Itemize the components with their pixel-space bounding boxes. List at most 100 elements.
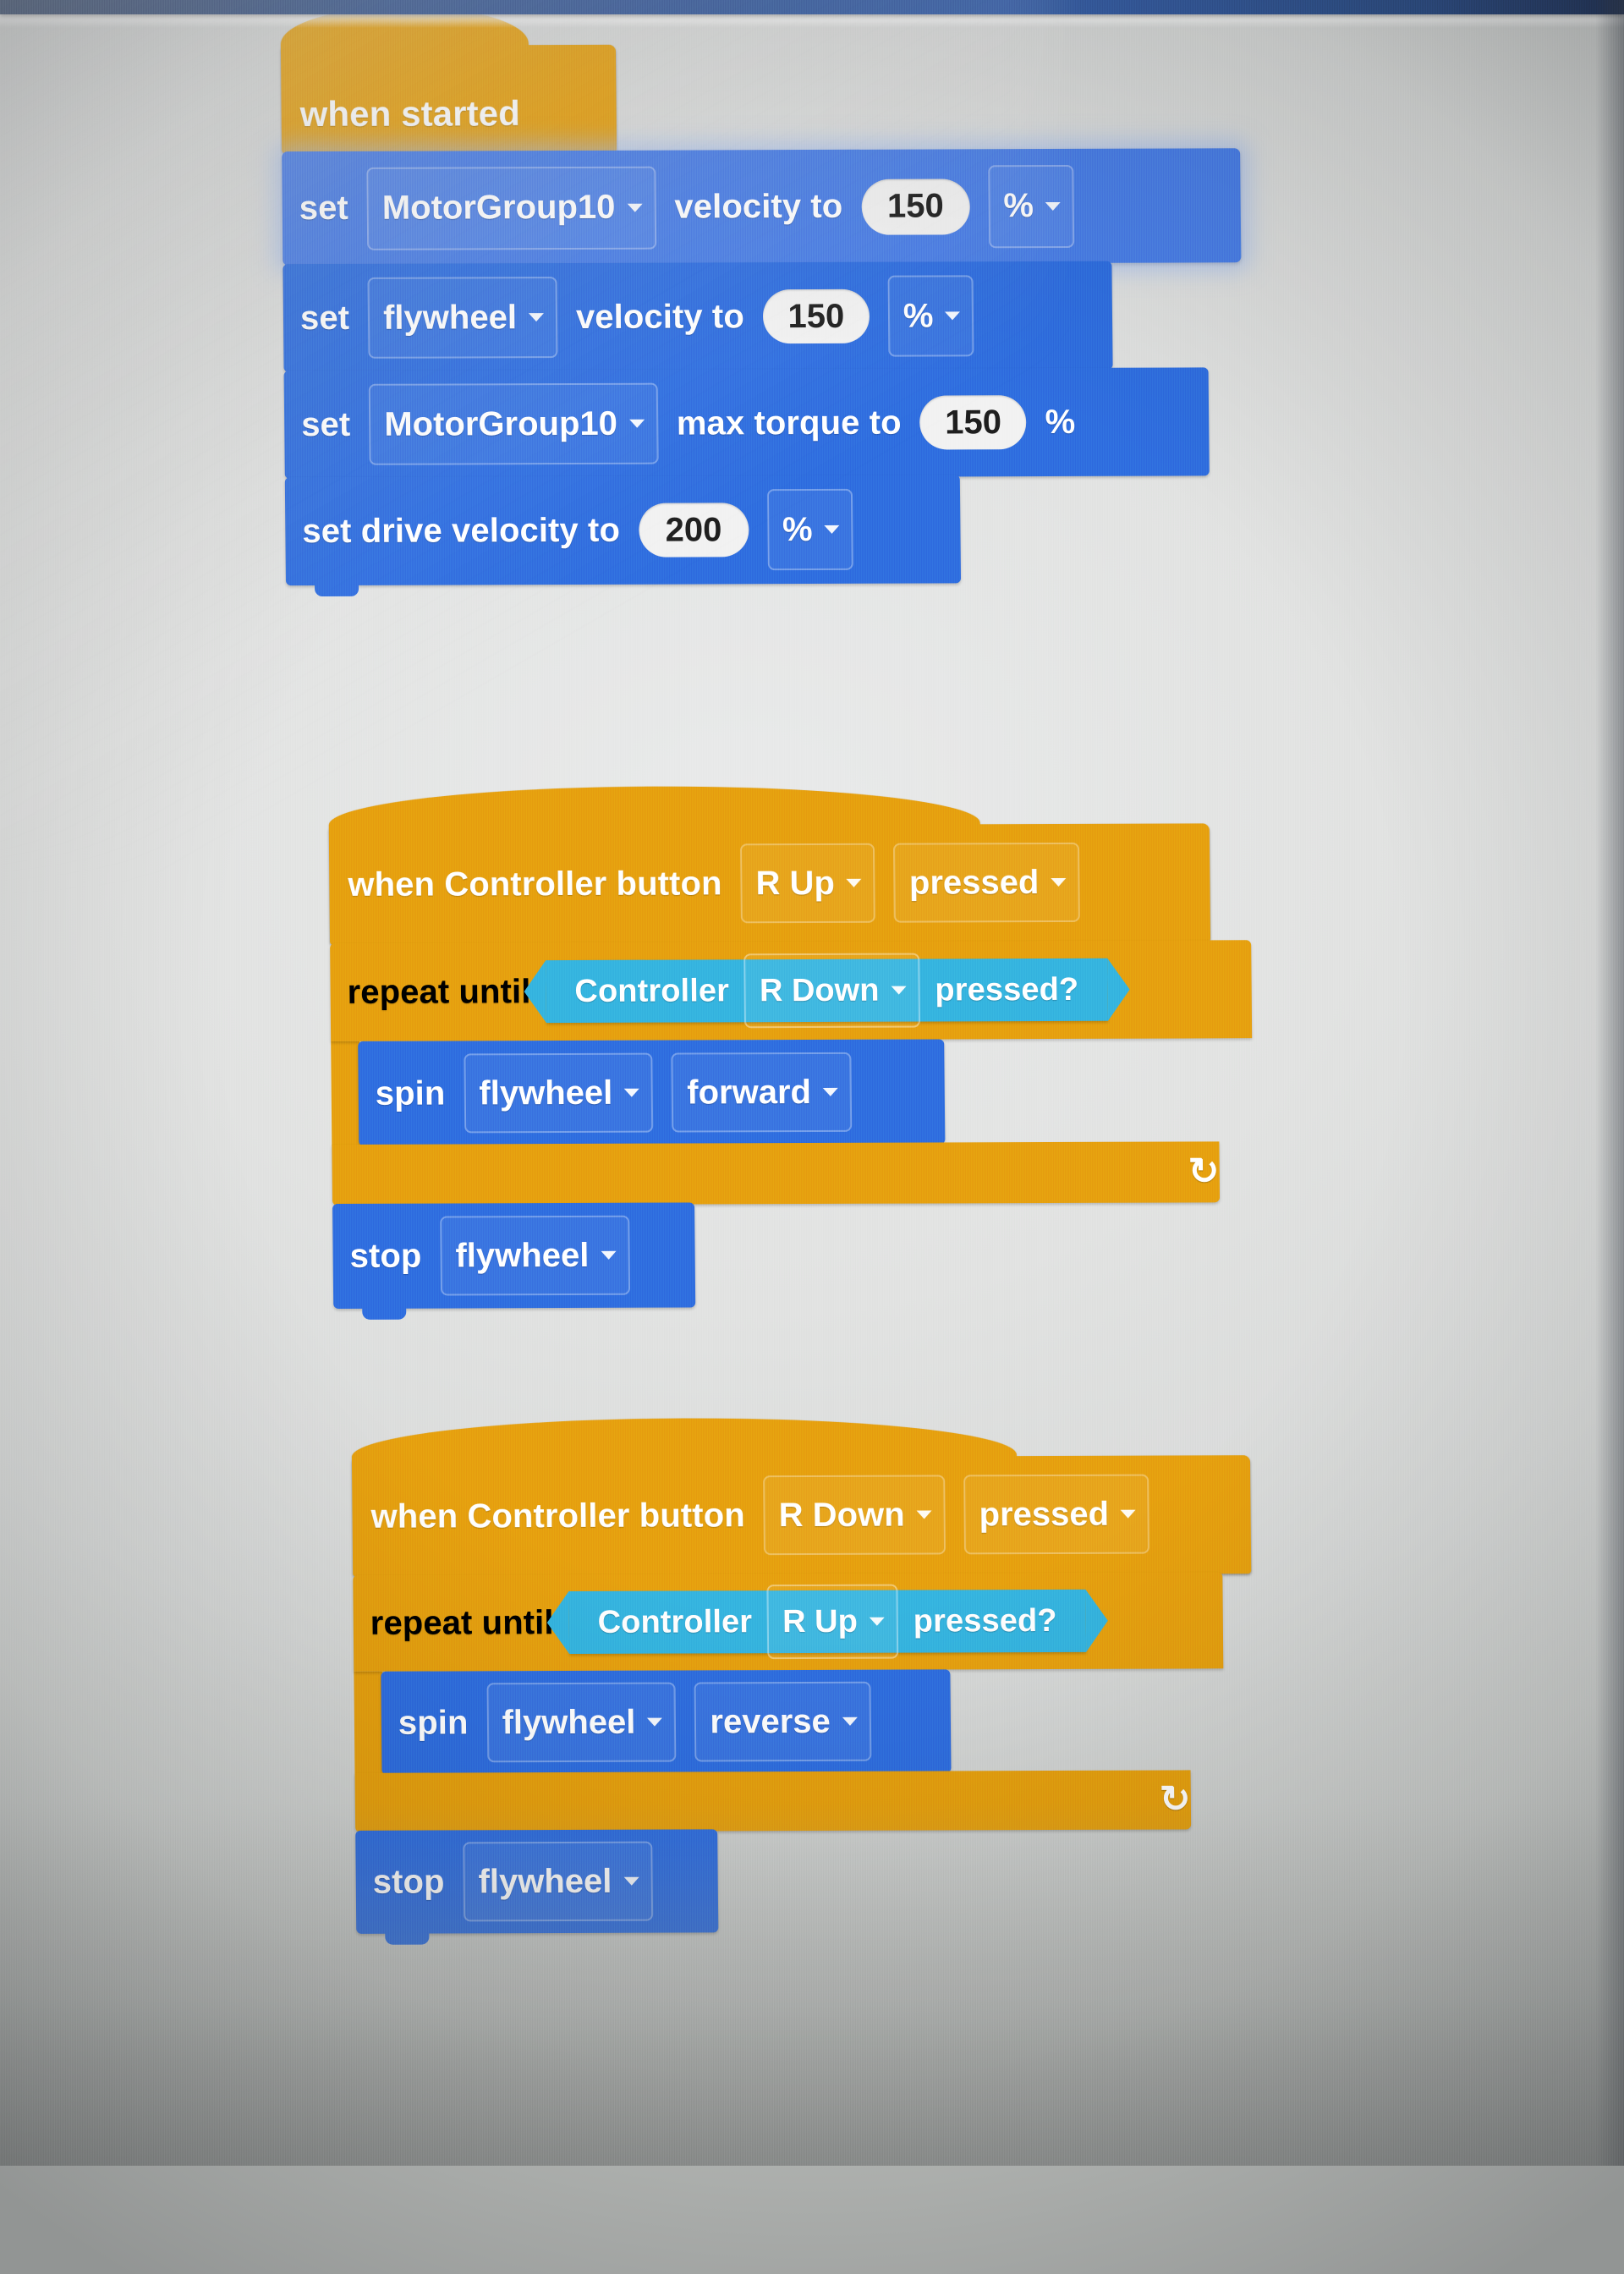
velocity-units-dropdown[interactable]: % <box>987 164 1075 248</box>
controller-button-dropdown[interactable]: R Down <box>763 1475 946 1556</box>
dropdown-caret-icon <box>916 1510 932 1519</box>
spin-direction-value: forward <box>687 1073 812 1112</box>
script-stack-when-started[interactable]: when started set MotorGroup10 velocity t… <box>280 42 1244 597</box>
stop-block-2[interactable]: stop flywheel <box>355 1829 719 1945</box>
stop-motor-value: flywheel <box>478 1862 612 1900</box>
repeat-until-footer-1[interactable]: ↺ <box>332 1141 1221 1217</box>
velocity-units-dropdown[interactable]: % <box>887 275 974 357</box>
set-drive-velocity-block[interactable]: set drive velocity to 200 % <box>284 475 962 597</box>
set-max-torque-block[interactable]: set MotorGroup10 max torque to 150 % <box>283 367 1210 491</box>
spin-motor-dropdown[interactable]: flywheel <box>486 1682 677 1763</box>
velocity-value-input[interactable]: 150 <box>861 178 970 235</box>
velocity-value-input[interactable]: 150 <box>762 288 870 344</box>
torque-value-input[interactable]: 150 <box>919 395 1027 450</box>
condition-button-dropdown[interactable]: R Up <box>766 1584 899 1660</box>
stop-motor-dropdown[interactable]: flywheel <box>463 1841 653 1922</box>
spin-direction-value: reverse <box>710 1702 831 1740</box>
dropdown-caret-icon <box>601 1250 617 1260</box>
controller-button-value: R Up <box>755 864 836 902</box>
repeat-until-c-block-2[interactable]: repeat until Controller R Up pressed? sp… <box>353 1572 1254 1843</box>
condition-suffix-label: pressed? <box>913 1602 1057 1640</box>
motor-dropdown[interactable]: MotorGroup10 <box>368 382 659 465</box>
stop-label: stop <box>372 1863 445 1901</box>
set-motor-velocity-block-1[interactable]: set MotorGroup10 velocity to 150 % <box>282 148 1242 277</box>
repeat-until-body-1: spin flywheel forward <box>331 1038 1253 1157</box>
dropdown-caret-icon <box>822 1087 839 1096</box>
controller-button-state-dropdown[interactable]: pressed <box>963 1474 1150 1555</box>
controller-button-value: R Down <box>778 1496 905 1534</box>
block-label-set: set <box>300 405 351 443</box>
block-label-set-drive-velocity-to: set drive velocity to <box>302 511 621 550</box>
motor-dropdown-value: MotorGroup10 <box>384 404 618 443</box>
spin-motor-value: flywheel <box>479 1074 613 1112</box>
c-block-left-arm-2 <box>354 1671 384 1775</box>
block-label-set: set <box>299 189 349 228</box>
loop-arrow-icon: ↺ <box>1159 1778 1192 1821</box>
dropdown-caret-icon <box>627 203 643 212</box>
torque-units-label: % <box>1045 403 1076 441</box>
block-label-max-torque-to: max torque to <box>676 404 902 442</box>
block-label-velocity-to: velocity to <box>575 297 745 336</box>
dropdown-caret-icon <box>824 525 840 534</box>
drive-velocity-units-dropdown[interactable]: % <box>766 488 854 571</box>
script-stack-controller-r-down[interactable]: when Controller button R Down pressed re… <box>351 1455 1254 1945</box>
controller-button-state-value: pressed <box>979 1495 1110 1533</box>
c-block-left-arm-1 <box>331 1041 361 1146</box>
when-started-hat-block[interactable]: when started <box>280 44 617 165</box>
controller-button-state-dropdown[interactable]: pressed <box>893 842 1080 923</box>
controller-pressed-condition-2[interactable]: Controller R Up pressed? <box>568 1584 1086 1660</box>
velocity-units-value: % <box>1003 187 1034 225</box>
dropdown-caret-icon <box>624 1088 640 1097</box>
controller-pressed-condition-1[interactable]: Controller R Down pressed? <box>546 953 1108 1029</box>
dropdown-caret-icon <box>1121 1509 1137 1519</box>
when-controller-button-label: when Controller button <box>348 864 722 904</box>
spin-label: spin <box>375 1074 446 1112</box>
stop-block-1[interactable]: stop flywheel <box>332 1202 696 1320</box>
stop-motor-value: flywheel <box>455 1236 590 1274</box>
drive-velocity-value-input[interactable]: 200 <box>638 503 749 558</box>
repeat-until-c-block-1[interactable]: repeat until Controller R Down pressed? <box>330 940 1254 1217</box>
repeat-until-body-2: spin flywheel reverse <box>354 1668 1253 1786</box>
dropdown-caret-icon <box>647 1717 663 1727</box>
blocks-workspace-canvas[interactable]: when started set MotorGroup10 velocity t… <box>0 0 1624 2168</box>
repeat-until-label: repeat until <box>370 1603 554 1642</box>
condition-button-value: R Up <box>782 1603 859 1640</box>
set-motor-velocity-block-2[interactable]: set flywheel velocity to 150 % <box>283 261 1113 384</box>
repeat-until-header-2[interactable]: repeat until Controller R Up pressed? <box>353 1572 1224 1672</box>
spin-motor-dropdown[interactable]: flywheel <box>463 1052 654 1134</box>
controller-button-state-value: pressed <box>908 863 1040 902</box>
when-started-label: when started <box>299 93 521 135</box>
block-label-velocity-to: velocity to <box>674 187 843 226</box>
controller-button-dropdown[interactable]: R Up <box>740 843 876 924</box>
condition-button-dropdown[interactable]: R Down <box>743 953 920 1029</box>
repeat-until-label: repeat until <box>347 972 531 1011</box>
dropdown-caret-icon <box>628 419 645 428</box>
spin-motor-value: flywheel <box>502 1703 636 1741</box>
condition-button-value: R Down <box>759 972 880 1008</box>
motor-dropdown[interactable]: MotorGroup10 <box>366 166 656 250</box>
motor-dropdown[interactable]: flywheel <box>367 277 558 359</box>
script-stack-controller-r-up[interactable]: when Controller button R Up pressed repe… <box>328 823 1254 1320</box>
dropdown-caret-icon <box>846 878 862 887</box>
block-label-set: set <box>299 299 350 337</box>
dropdown-caret-icon <box>1051 877 1067 887</box>
velocity-units-value: % <box>903 297 934 335</box>
spin-block-1[interactable]: spin flywheel forward <box>358 1039 946 1157</box>
spin-direction-dropdown[interactable]: forward <box>671 1052 853 1133</box>
spin-block-2[interactable]: spin flywheel reverse <box>381 1669 952 1786</box>
stop-motor-dropdown[interactable]: flywheel <box>440 1215 630 1296</box>
dropdown-caret-icon <box>842 1716 858 1726</box>
motor-dropdown-value: MotorGroup10 <box>381 188 616 227</box>
when-controller-button-hat-1[interactable]: when Controller button R Up pressed <box>328 823 1211 956</box>
motor-dropdown-value: flywheel <box>382 298 518 337</box>
spin-direction-dropdown[interactable]: reverse <box>694 1681 872 1762</box>
dropdown-caret-icon <box>528 313 545 322</box>
dropdown-caret-icon <box>1045 201 1061 211</box>
repeat-until-footer-2[interactable]: ↺ <box>354 1770 1192 1843</box>
stop-label: stop <box>349 1237 422 1275</box>
repeat-until-header-1[interactable]: repeat until Controller R Down pressed? <box>330 940 1253 1041</box>
condition-suffix-label: pressed? <box>935 971 1079 1008</box>
loop-arrow-icon: ↺ <box>1188 1151 1220 1193</box>
when-controller-button-hat-2[interactable]: when Controller button R Down pressed <box>351 1455 1252 1588</box>
drive-velocity-units-value: % <box>782 510 813 548</box>
